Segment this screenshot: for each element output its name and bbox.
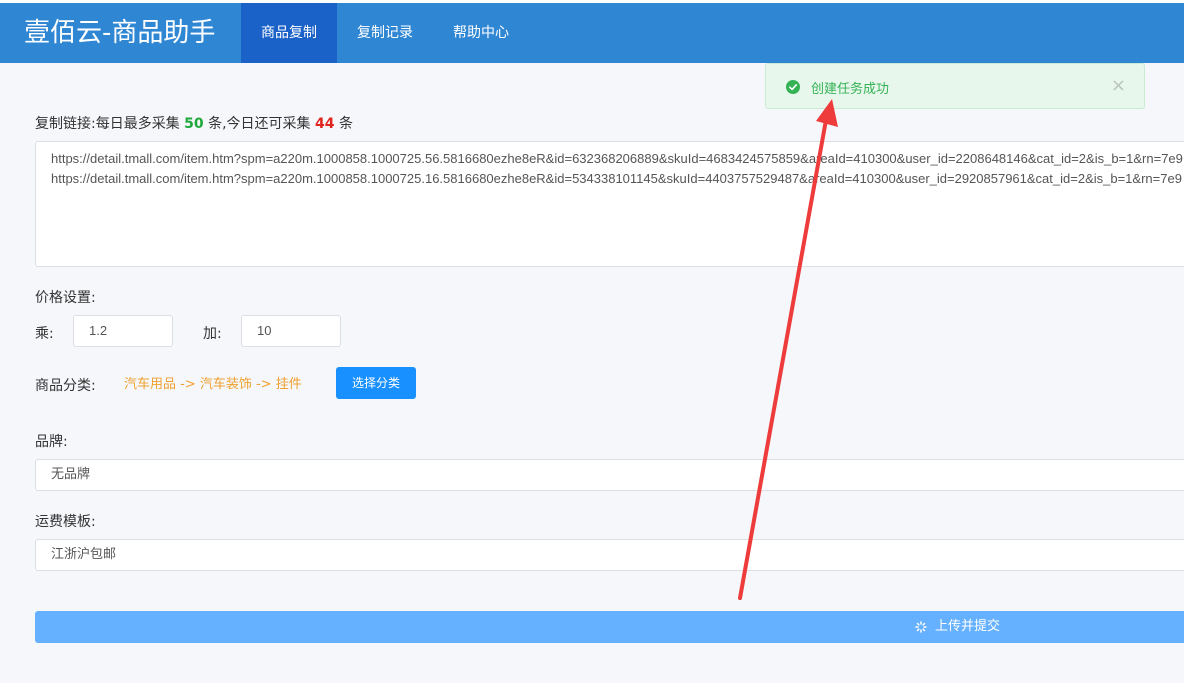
success-toast: 创建任务成功 ×	[765, 63, 1145, 109]
submit-button-content: 上传并提交	[915, 611, 1000, 643]
copy-link-label-prefix: 复制链接:每日最多采集	[35, 116, 180, 132]
brand-label: 品牌:	[35, 434, 68, 450]
top-navbar: 壹佰云-商品助手 商品复制 复制记录 帮助中心	[0, 0, 1184, 63]
nav-tab-help-center[interactable]: 帮助中心	[433, 3, 529, 63]
brand-select[interactable]: 无品牌	[35, 459, 1184, 491]
select-category-button[interactable]: 选择分类	[336, 367, 416, 399]
toast-message: 创建任务成功	[811, 82, 890, 97]
upload-submit-button[interactable]: 上传并提交	[35, 611, 1184, 643]
daily-max-count: 50	[184, 116, 204, 132]
check-circle-icon	[786, 80, 800, 94]
copy-link-label: 复制链接:每日最多采集 50 条,今日还可采集 44 条	[35, 113, 353, 133]
submit-button-label: 上传并提交	[935, 619, 1001, 634]
copy-links-textarea[interactable]: https://detail.tmall.com/item.htm?spm=a2…	[35, 141, 1184, 267]
shipping-template-select[interactable]: 江浙沪包邮	[35, 539, 1184, 571]
loading-spinner-icon	[915, 621, 927, 633]
nav-tab-product-copy[interactable]: 商品复制	[241, 3, 337, 63]
price-settings-label: 价格设置:	[35, 290, 96, 306]
copy-link-label-suffix: 条	[338, 116, 353, 132]
copy-link-label-middle: 条,今日还可采集	[208, 116, 311, 132]
close-icon[interactable]: ×	[1111, 75, 1126, 96]
app-title: 壹佰云-商品助手	[24, 18, 216, 48]
main-nav: 商品复制 复制记录 帮助中心	[241, 3, 529, 63]
add-input[interactable]: 10	[241, 315, 341, 347]
category-label: 商品分类:	[35, 378, 96, 394]
add-label: 加:	[203, 326, 222, 342]
multiply-label: 乘:	[35, 326, 54, 342]
remaining-count: 44	[315, 116, 335, 132]
shipping-template-label: 运费模板:	[35, 514, 96, 530]
multiply-input[interactable]: 1.2	[73, 315, 173, 347]
category-path: 汽车用品 -> 汽车装饰 -> 挂件	[124, 377, 302, 392]
nav-tab-copy-records[interactable]: 复制记录	[337, 3, 433, 63]
